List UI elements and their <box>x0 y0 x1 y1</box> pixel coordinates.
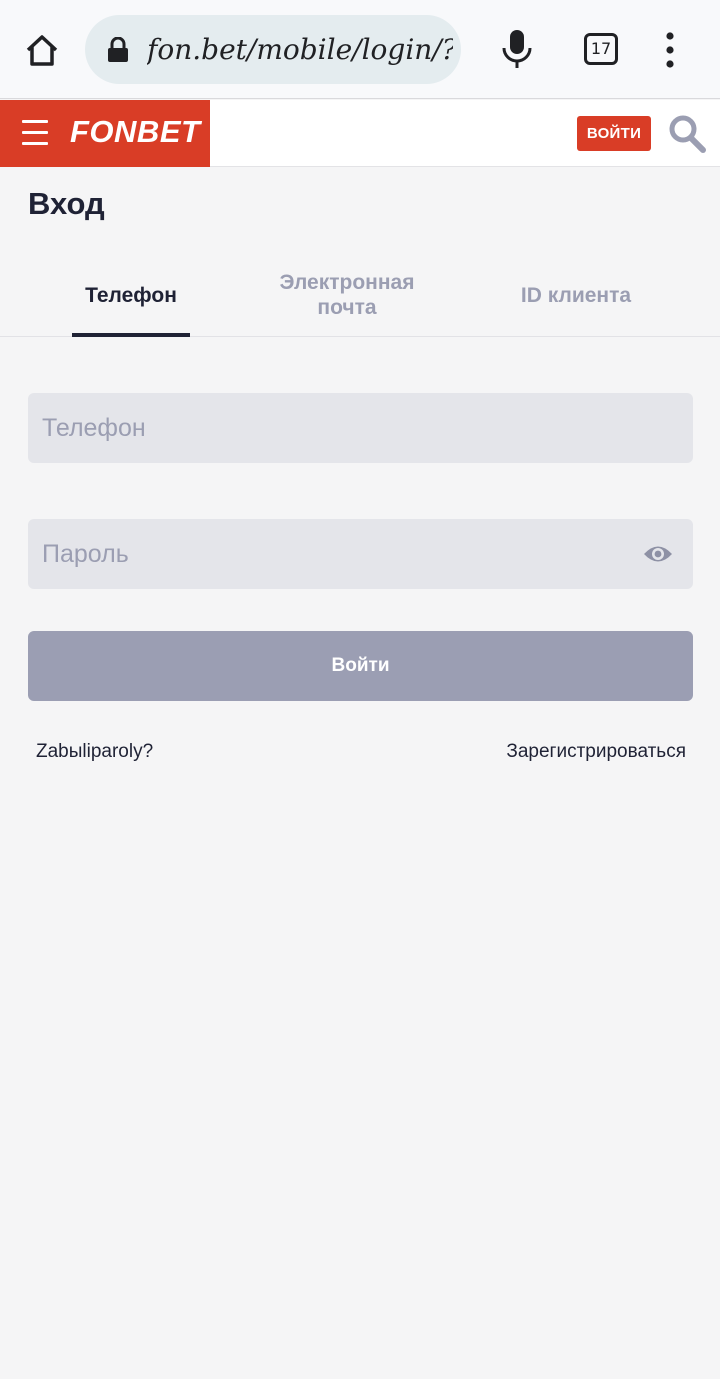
forgot-password-link[interactable]: Zabыliparoly? <box>36 741 153 763</box>
register-link[interactable]: Зарегистрироваться <box>506 741 686 763</box>
login-button[interactable]: Войти <box>28 631 693 701</box>
search-icon[interactable] <box>668 114 708 156</box>
address-bar[interactable]: fon.bet/mobile/login/?! <box>85 15 461 84</box>
page-title: Вход <box>28 186 105 221</box>
home-icon[interactable] <box>22 30 62 70</box>
header-login-button[interactable]: ВОЙТИ <box>577 116 651 151</box>
more-vert-icon[interactable] <box>660 31 680 69</box>
eye-icon[interactable] <box>643 541 673 567</box>
tab-email-label: Электронная почта <box>279 271 415 319</box>
password-placeholder: Пароль <box>42 540 129 568</box>
login-method-tabs: Телефон Электронная почта ID клиента <box>0 253 720 337</box>
url-text: fon.bet/mobile/login/?! <box>147 33 453 66</box>
tab-client-id[interactable]: ID клиента <box>486 253 666 337</box>
site-header: FONBET ВОЙТИ <box>0 100 720 167</box>
phone-input[interactable]: Телефон <box>28 393 693 463</box>
brand-block: FONBET <box>0 100 210 167</box>
active-tab-indicator <box>72 333 190 337</box>
browser-toolbar: fon.bet/mobile/login/?! 17 <box>0 0 720 99</box>
tab-phone[interactable]: Телефон <box>40 253 222 337</box>
tabs-icon[interactable]: 17 <box>584 33 618 65</box>
phone-placeholder: Телефон <box>42 414 146 442</box>
hamburger-icon[interactable] <box>22 120 48 146</box>
mic-icon[interactable] <box>500 28 534 70</box>
logo[interactable]: FONBET <box>70 114 200 150</box>
tab-email[interactable]: Электронная почта <box>250 253 444 337</box>
password-input[interactable]: Пароль <box>28 519 693 589</box>
lock-icon <box>107 36 129 63</box>
